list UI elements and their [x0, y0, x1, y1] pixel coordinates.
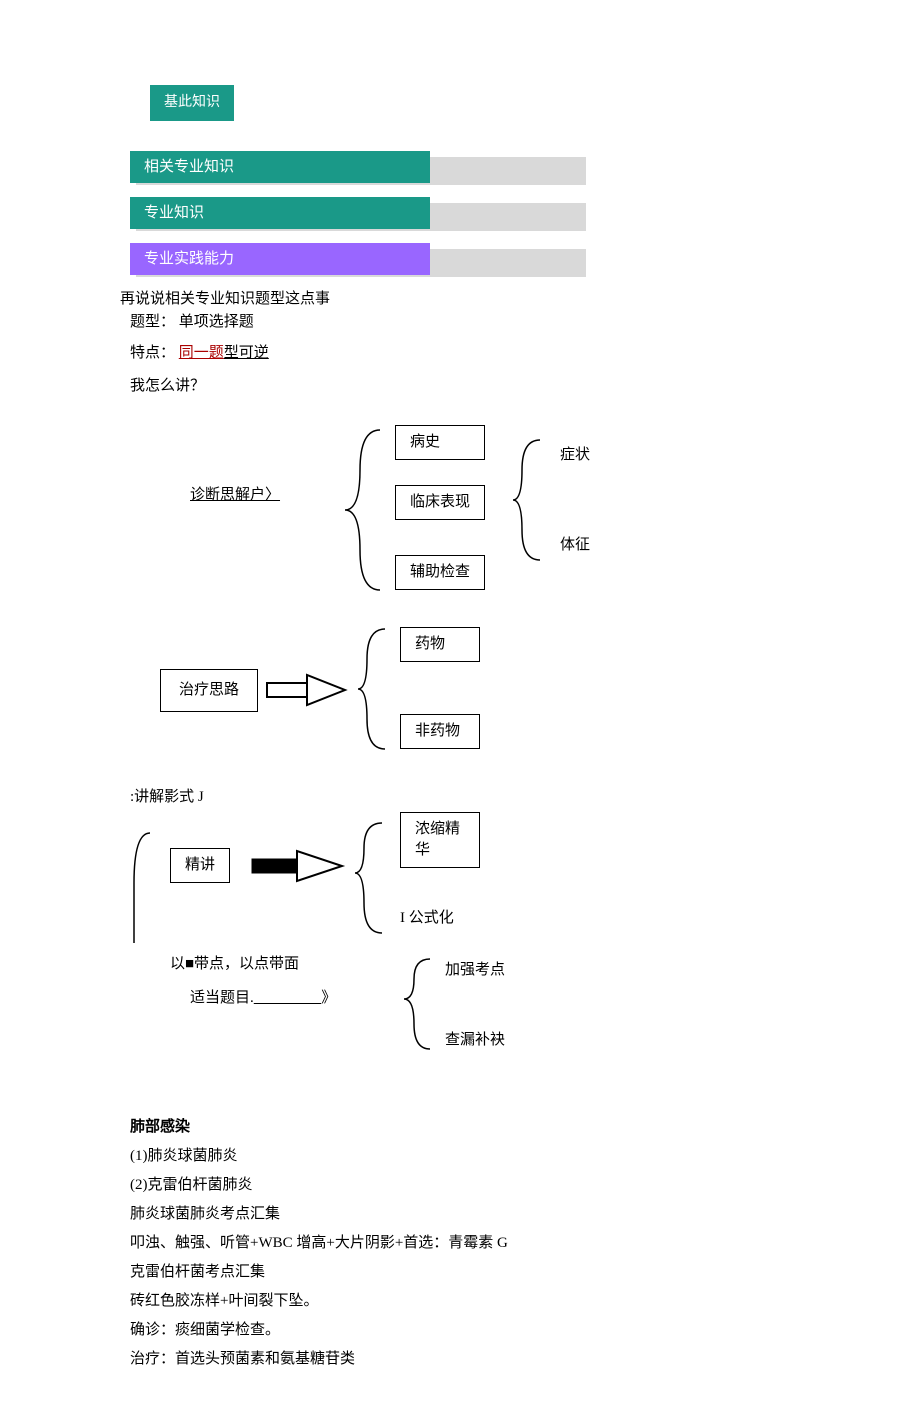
brace-left-icon	[120, 828, 160, 948]
diagram-topic: 以■带点，以点带面 适当题目. 》 加强考点 查漏补袂	[130, 954, 840, 1094]
intro-line4: 我怎么讲？	[130, 376, 840, 397]
brace-icon	[510, 435, 550, 565]
content-section: 肺部感染 (1)肺炎球菌肺炎 (2)克雷伯杆菌肺炎 肺炎球菌肺炎考点汇集 叩浊、…	[130, 1114, 840, 1373]
tab-practice-row: 专业实践能力	[130, 243, 840, 279]
content-p8: 治疗：首选头预菌素和氨基糖苷类	[130, 1346, 840, 1373]
underline-spacer	[254, 990, 322, 1006]
diag3-title: :讲解影式 J	[130, 787, 840, 808]
content-p2: (2)克雷伯杆菌肺炎	[130, 1172, 840, 1199]
diag4-node-strength: 加强考点	[445, 960, 505, 981]
intro-line1: 再说说相关专业知识题型这点事	[120, 289, 840, 310]
brace-icon	[355, 624, 395, 754]
diag2-node-nondrug: 非药物	[400, 714, 480, 749]
diag4-line2a: 适当题目.	[190, 990, 254, 1006]
arrow-icon	[250, 848, 350, 886]
diag3-node-formula: I 公式化	[400, 908, 454, 929]
intro-line2-label: 题型：	[130, 314, 175, 330]
brace-icon	[352, 818, 392, 938]
intro-line2-value: 单项选择题	[179, 314, 254, 330]
diag1-node-aux: 辅助检查	[395, 555, 485, 590]
content-heading: 肺部感染	[130, 1114, 840, 1141]
diag4-line1: 以■带点，以点带面	[170, 954, 299, 975]
content-p1: (1)肺炎球菌肺炎	[130, 1143, 840, 1170]
content-p5: 克雷伯杆菌考点汇集	[130, 1259, 840, 1286]
intro-line3-label: 特点：	[130, 345, 175, 361]
content-p6: 砖红色胶冻样+叶间裂下坠。	[130, 1288, 840, 1315]
tab-related[interactable]: 相关专业知识	[130, 151, 430, 183]
tab-related-row: 相关专业知识	[130, 151, 840, 187]
intro-line3-link2[interactable]: 型可逆	[224, 345, 269, 361]
diag1-right-sign: 体征	[560, 535, 590, 556]
intro-line3-link1[interactable]: 同一题	[179, 345, 224, 361]
diag3-node-essence: 浓缩精华	[400, 812, 480, 868]
diag4-node-fill: 查漏补袂	[445, 1030, 505, 1051]
diag1-node-clinical: 临床表现	[395, 485, 485, 520]
content-p7: 确诊：痰细菌学检查。	[130, 1317, 840, 1344]
diag2-left: 治疗思路	[160, 669, 258, 712]
diag4-line2b: 》	[321, 990, 334, 1006]
diagram-lecture: 精讲 浓缩精华 I 公式化	[130, 818, 840, 948]
tab-pro[interactable]: 专业知识	[130, 197, 430, 229]
diag2-node-drug: 药物	[400, 627, 480, 662]
diag1-node-history: 病史	[395, 425, 485, 460]
diag1-left: 诊断思解户〉	[190, 485, 280, 506]
content-p3: 肺炎球菌肺炎考点汇集	[130, 1201, 840, 1228]
brace-icon	[340, 425, 390, 595]
brace-icon	[400, 954, 440, 1054]
arrow-icon	[265, 671, 355, 711]
tab-pro-row: 专业知识	[130, 197, 840, 233]
tab-basic[interactable]: 基此知识	[150, 85, 234, 121]
diagram-treatment: 治疗思路 药物 非药物	[130, 619, 840, 769]
tab-practice[interactable]: 专业实践能力	[130, 243, 430, 275]
diagram-diagnosis: 诊断思解户〉 病史 临床表现 辅助检查 症状 体征	[130, 415, 840, 615]
diag3-left: 精讲	[170, 848, 230, 883]
content-p4: 叩浊、触强、听管+WBC 增高+大片阴影+首选：青霉素 G	[130, 1230, 840, 1257]
diag1-right-symptom: 症状	[560, 445, 590, 466]
